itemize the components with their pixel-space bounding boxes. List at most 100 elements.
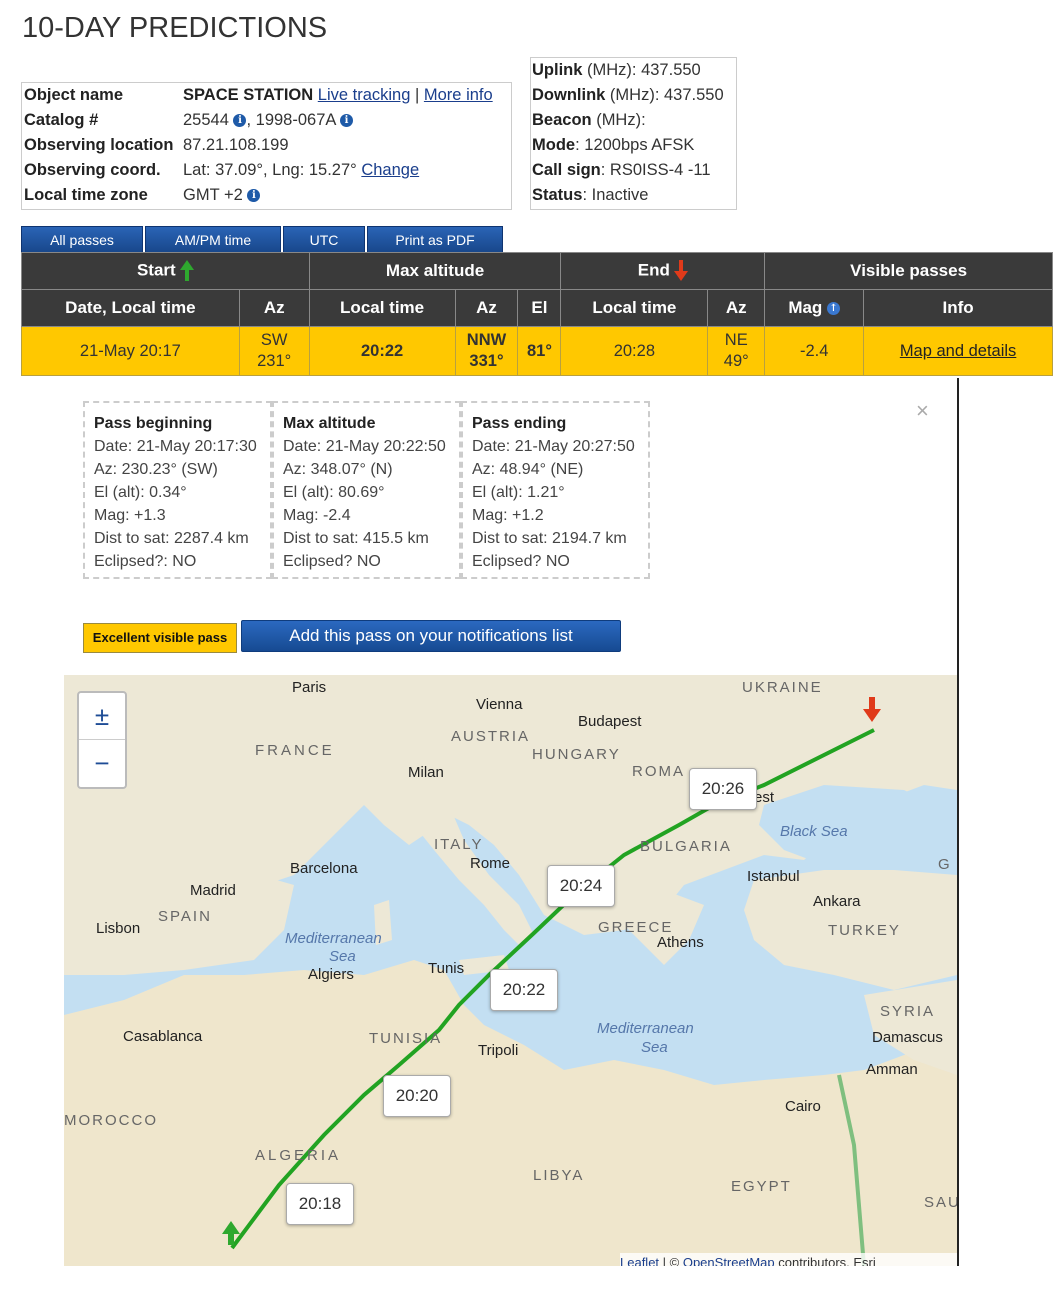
place-label: EGYPT	[731, 1178, 792, 1195]
zoom-out-button[interactable]: −	[79, 740, 125, 786]
card-eclipsed: Eclipsed? NO	[472, 553, 570, 570]
place-label: ALGERIA	[255, 1147, 342, 1164]
col-start-az: Az	[238, 289, 310, 327]
live-tracking-link[interactable]: Live tracking	[318, 86, 411, 104]
timezone-label: Local time zone	[24, 186, 148, 204]
observing-coord: Lat: 37.09°, Lng: 15.27°	[183, 161, 357, 179]
change-location-link[interactable]: Change	[361, 161, 419, 179]
utc-button[interactable]: UTC	[283, 226, 365, 255]
downlink: Downlink (MHz): 437.550	[532, 86, 724, 104]
pass-max-time: 20:22	[308, 326, 456, 376]
col-end-az: Az	[707, 289, 766, 327]
info-icon[interactable]: i	[340, 114, 354, 128]
mode: Mode: 1200bps AFSK	[532, 136, 695, 154]
visible-passes-header: Visible passes	[764, 252, 1053, 290]
place-label: ITALY	[434, 836, 484, 853]
map-and-details-link[interactable]: Map and details	[900, 342, 1017, 360]
timezone: GMT +2	[183, 186, 243, 204]
place-label: Mediterranean	[285, 930, 382, 947]
place-label: AUSTRIA	[451, 728, 531, 745]
place-label: MOROCCO	[64, 1112, 158, 1129]
status: Status: Inactive	[532, 186, 649, 204]
pass-date-time: 21-May 20:17	[21, 326, 240, 376]
time-label: 20:24	[547, 865, 615, 907]
link-separator: |	[415, 86, 420, 104]
page-title: 10-DAY PREDICTIONS	[22, 12, 328, 44]
card-dist: Dist to sat: 2194.7 km	[472, 530, 627, 547]
pass-map[interactable]: Paris Vienna Budapest UKRAINE FRANCE AUS…	[64, 675, 957, 1266]
ampm-time-button[interactable]: AM/PM time	[145, 226, 281, 255]
intl-designator: , 1998-067A	[246, 111, 336, 129]
max-altitude-header: Max altitude	[308, 252, 562, 290]
place-label: Paris	[292, 679, 327, 696]
place-label: Istanbul	[747, 868, 800, 885]
card-date: Date: 21-May 20:27:50	[472, 438, 635, 455]
place-label: Tripoli	[478, 1042, 519, 1059]
object-info-box: Object name SPACE STATION Live tracking …	[21, 82, 512, 210]
table-row[interactable]: 21-May 20:17 SW 231° 20:22 NNW 331° 81° 20…	[21, 326, 1053, 376]
card-mag: Mag: +1.3	[94, 507, 166, 524]
pass-beginning-card: Pass beginning Date: 21-May 20:17:30 Az:…	[83, 401, 272, 579]
place-label: TUNISIA	[369, 1030, 443, 1047]
place-label: ROMA	[632, 763, 685, 780]
place-label: Barcelona	[290, 860, 358, 877]
pass-start-az: SW 231°	[238, 326, 310, 376]
card-az: Az: 348.07° (N)	[283, 461, 393, 478]
card-dist: Dist to sat: 2287.4 km	[94, 530, 249, 547]
card-el: El (alt): 0.34°	[94, 484, 187, 501]
observing-location: 87.21.108.199	[183, 136, 289, 154]
leaflet-link[interactable]: Leaflet	[620, 1255, 659, 1266]
end-marker-icon	[863, 697, 881, 725]
osm-link[interactable]: OpenStreetMap	[683, 1255, 775, 1266]
place-label: SYRIA	[880, 1003, 936, 1020]
place-label: G	[938, 856, 950, 873]
pass-end-az: NE 49°	[707, 326, 766, 376]
zoom-control: ± −	[77, 691, 127, 789]
card-title: Pass ending	[472, 415, 567, 432]
add-notification-button[interactable]: Add this pass on your notifications list	[241, 620, 621, 652]
card-az: Az: 48.94° (NE)	[472, 461, 584, 478]
all-passes-button[interactable]: All passes	[21, 226, 143, 255]
place-label: TURKEY	[828, 922, 901, 939]
col-date-local: Date, Local time	[21, 289, 240, 327]
start-arrow-icon	[179, 260, 194, 282]
place-label: Sea	[641, 1039, 668, 1056]
col-el: El	[517, 289, 562, 327]
observing-location-label: Observing location	[24, 136, 174, 154]
zoom-in-button[interactable]: ±	[79, 693, 125, 740]
place-label: Lisbon	[96, 920, 141, 937]
place-label: Milan	[408, 764, 444, 781]
col-max-az: Az	[454, 289, 519, 327]
place-label: BULGARIA	[640, 838, 732, 855]
pass-max-el: 81°	[517, 326, 562, 376]
col-mag: Mag ↑	[764, 289, 865, 327]
pass-max-az: NNW 331°	[454, 326, 519, 376]
call-sign: Call sign: RS0ISS-4 -11	[532, 161, 711, 179]
place-label: Mediterranean	[597, 1020, 694, 1037]
object-name-label: Object name	[24, 86, 124, 104]
start-header: Start	[21, 252, 310, 290]
place-label: HUNGARY	[532, 746, 621, 763]
info-icon[interactable]: i	[247, 189, 261, 203]
more-info-link[interactable]: More info	[424, 86, 493, 104]
radio-info-box: Uplink (MHz): 437.550 Downlink (MHz): 43…	[530, 57, 737, 210]
place-label: Sea	[329, 948, 356, 965]
mag-info-icon[interactable]: ↑	[827, 302, 841, 316]
place-label: Black Sea	[780, 823, 848, 840]
close-icon[interactable]: ×	[916, 398, 929, 424]
place-label: SPAIN	[158, 908, 212, 925]
card-az: Az: 230.23° (SW)	[94, 461, 218, 478]
print-pdf-button[interactable]: Print as PDF	[367, 226, 503, 255]
place-label: Tunis	[428, 960, 465, 977]
max-altitude-card: Max altitude Date: 21-May 20:22:50 Az: 3…	[272, 401, 461, 579]
card-date: Date: 21-May 20:17:30	[94, 438, 257, 455]
pass-ending-card: Pass ending Date: 21-May 20:27:50 Az: 48…	[461, 401, 650, 579]
card-eclipsed: Eclipsed?: NO	[94, 553, 197, 570]
card-title: Max altitude	[283, 415, 376, 432]
info-icon[interactable]: i	[233, 114, 247, 128]
card-date: Date: 21-May 20:22:50	[283, 438, 446, 455]
place-label: LIBYA	[533, 1167, 585, 1184]
col-info: Info	[863, 289, 1053, 327]
end-header: End	[560, 252, 766, 290]
card-mag: Mag: +1.2	[472, 507, 544, 524]
